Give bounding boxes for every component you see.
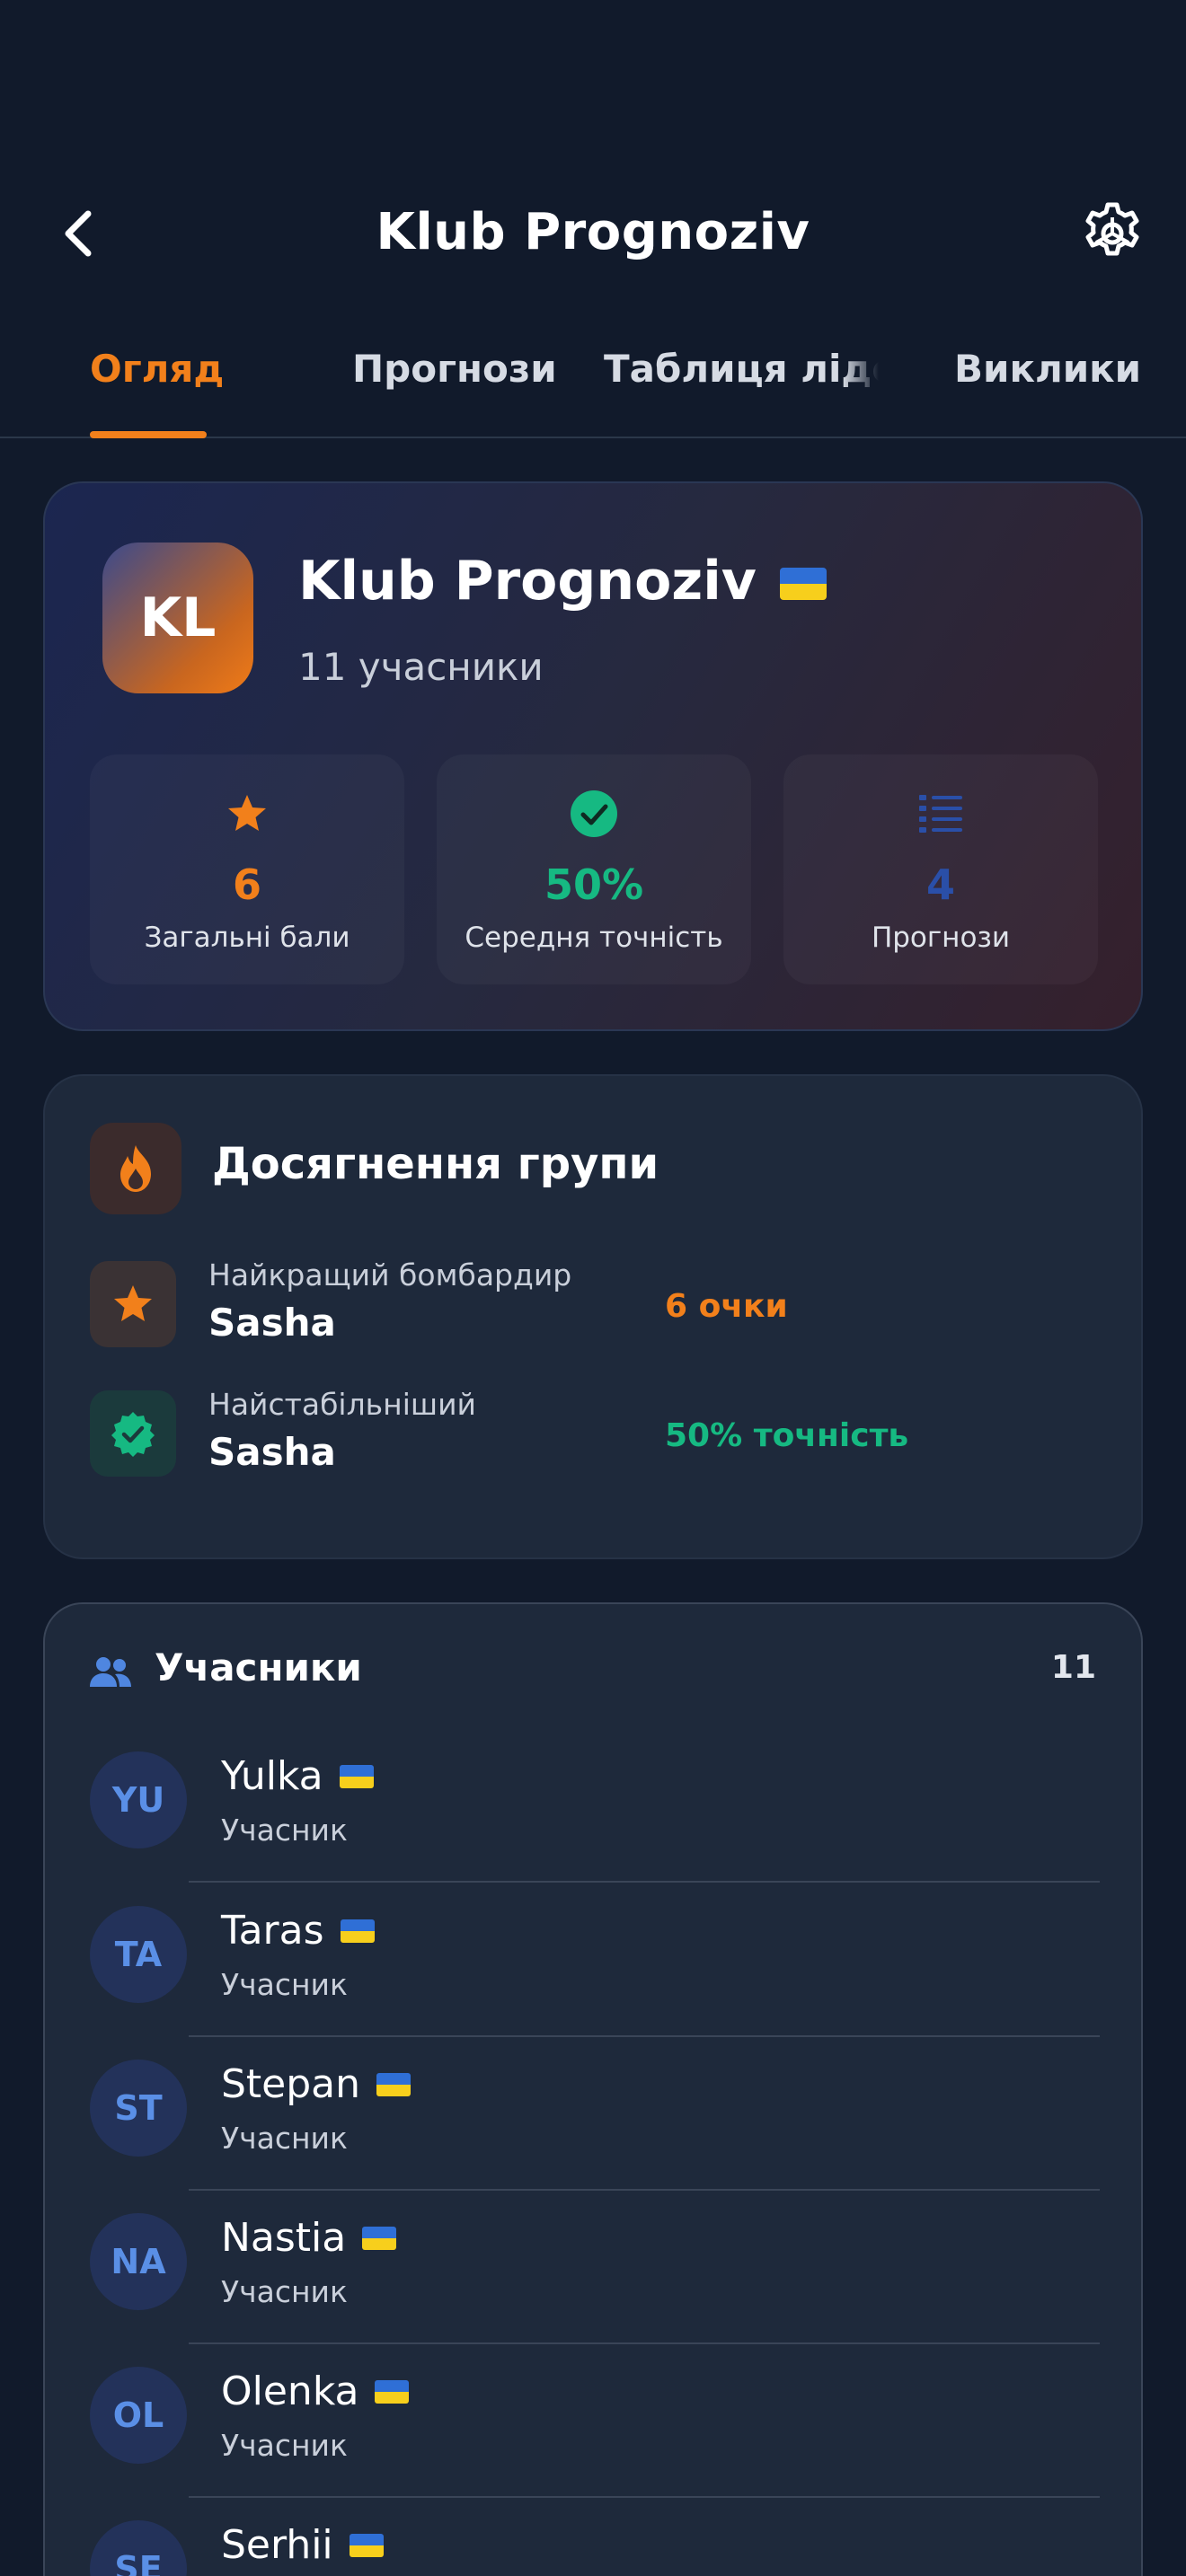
member-role: Учасник <box>221 2274 348 2309</box>
achievement-caption: Найстабільніший <box>208 1387 476 1422</box>
stat-value: 50% <box>544 860 644 909</box>
stat-value: 6 <box>232 860 261 909</box>
member-name: Olenka <box>221 2369 410 2414</box>
screen: Klub Prognoziv Огляд Прогнози Таблиця лі… <box>0 0 1186 2576</box>
member-row[interactable]: YU Yulka Учасник <box>45 1741 1145 1895</box>
group-members-count: 11 учасники <box>298 645 544 689</box>
member-name-text: Nastia <box>221 2215 347 2261</box>
tab-challenges[interactable]: Виклики <box>954 347 1141 391</box>
member-role: Учасник <box>221 1813 348 1848</box>
avatar: ST <box>90 2060 187 2157</box>
group-name: Klub Prognoziv <box>298 550 827 613</box>
members-title: Учасники <box>155 1645 362 1689</box>
member-name: Stepan <box>221 2061 412 2107</box>
avatar: SE <box>90 2520 187 2576</box>
member-row[interactable]: OL Olenka Учасник <box>45 2356 1145 2510</box>
member-row[interactable]: TA Taras Учасник <box>45 1895 1145 2050</box>
divider <box>189 2342 1100 2344</box>
tab-leaderboard[interactable]: Таблиця лідерів <box>604 347 879 391</box>
stat-predictions: 4 Прогнози <box>783 754 1098 984</box>
star-icon <box>114 1285 152 1321</box>
achievement-icon-box <box>90 1390 176 1477</box>
settings-button[interactable] <box>1078 199 1146 268</box>
group-achievements-card: Досягнення групи Найкращий бомбардир Sas… <box>43 1074 1143 1559</box>
divider <box>189 2189 1100 2191</box>
member-name-text: Taras <box>221 1908 324 1954</box>
stat-label: Загальні бали <box>144 922 350 954</box>
ukraine-flag-icon <box>376 2072 412 2096</box>
achievements-icon-box <box>90 1123 181 1214</box>
member-name-text: Serhii <box>221 2522 333 2568</box>
member-name-text: Stepan <box>221 2061 361 2107</box>
divider <box>189 2496 1100 2498</box>
avatar: TA <box>90 1906 187 2003</box>
divider <box>189 2035 1100 2037</box>
ukraine-flag-icon <box>362 2226 397 2250</box>
ukraine-flag-icon <box>340 1919 375 1943</box>
divider <box>189 1881 1100 1883</box>
verified-badge-icon <box>111 1412 155 1457</box>
top-bar: Klub Prognoziv <box>0 180 1186 296</box>
ukraine-flag-icon <box>339 1764 374 1788</box>
check-circle-icon <box>571 790 617 837</box>
member-name: Yulka <box>221 1753 374 1799</box>
achievement-icon-box <box>90 1261 176 1347</box>
users-icon <box>90 1657 131 1687</box>
achievement-value: 6 очки <box>665 1288 788 1325</box>
ukraine-flag-icon <box>349 2533 384 2557</box>
achievement-caption: Найкращий бомбардир <box>208 1257 572 1292</box>
members-count: 11 <box>1050 1649 1096 1686</box>
stat-label: Середня точність <box>465 922 723 954</box>
member-row[interactable]: ST Stepan Учасник <box>45 2049 1145 2203</box>
member-name: Nastia <box>221 2215 397 2261</box>
member-name: Serhii <box>221 2522 384 2568</box>
group-name-text: Klub Prognoziv <box>298 550 757 613</box>
member-role: Учасник <box>221 2428 348 2463</box>
member-name-text: Yulka <box>221 1753 323 1799</box>
avatar: YU <box>90 1751 187 1848</box>
members-card: Учасники 11 YU Yulka Учасник TA Taras Уч… <box>43 1602 1143 2576</box>
member-name: Taras <box>221 1908 375 1954</box>
gear-icon <box>1085 202 1139 256</box>
active-tab-indicator <box>90 431 207 438</box>
stat-value: 4 <box>925 860 955 909</box>
ukraine-flag-icon <box>779 568 827 601</box>
avatar: NA <box>90 2213 187 2310</box>
achievements-title: Досягнення групи <box>212 1139 659 1189</box>
star-icon <box>228 795 266 831</box>
list-icon <box>919 795 962 833</box>
ukraine-flag-icon <box>375 2379 410 2404</box>
stat-average-accuracy: 50% Середня точність <box>437 754 751 984</box>
achievement-value: 50% точність <box>665 1417 909 1454</box>
page-title: Klub Prognoziv <box>376 203 810 261</box>
stat-label: Прогнози <box>871 922 1011 954</box>
tab-predictions[interactable]: Прогнози <box>352 347 557 391</box>
member-role: Учасник <box>221 2121 348 2156</box>
tab-overview[interactable]: Огляд <box>90 347 224 391</box>
member-role: Учасник <box>221 1967 348 2002</box>
member-row[interactable]: SE Serhii <box>45 2510 1145 2576</box>
group-summary-card: KL Klub Prognoziv 11 учасники 6 Загальні… <box>43 481 1143 1031</box>
fire-icon <box>120 1145 151 1192</box>
achievement-member-name: Sasha <box>208 1301 336 1345</box>
tab-bar: Огляд Прогнози Таблиця лідерів Виклики <box>0 332 1186 438</box>
member-row[interactable]: NA Nastia Учасник <box>45 2202 1145 2357</box>
achievement-member-name: Sasha <box>208 1430 336 1474</box>
avatar: OL <box>90 2367 187 2464</box>
stat-total-points: 6 Загальні бали <box>90 754 404 984</box>
member-name-text: Olenka <box>221 2369 359 2414</box>
group-avatar: KL <box>102 543 253 693</box>
